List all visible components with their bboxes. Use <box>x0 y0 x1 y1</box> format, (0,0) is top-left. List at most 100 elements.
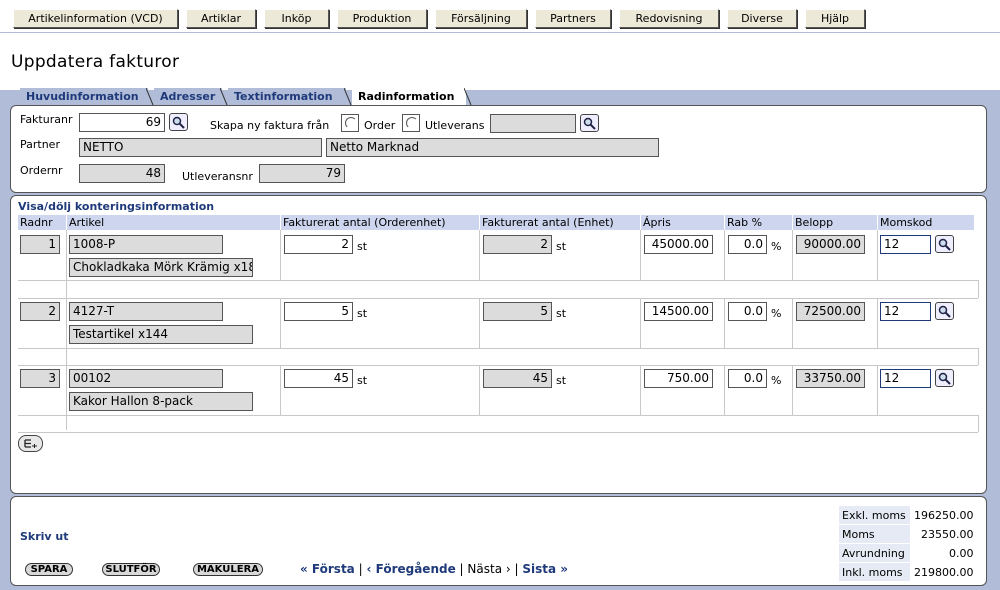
ordernr-label: Ordernr <box>20 164 63 177</box>
utleveransnr-field[interactable]: 79 <box>259 164 345 183</box>
apris-field[interactable]: 14500.00 <box>644 302 713 321</box>
rabatt-field[interactable]: 0.0 <box>728 369 767 388</box>
ordernr-field[interactable]: 48 <box>79 164 165 183</box>
momskod-field[interactable]: 12 <box>880 302 931 321</box>
utleverans-radio[interactable] <box>402 114 420 132</box>
grid-line <box>724 365 725 415</box>
momskod-search-button[interactable] <box>935 235 954 253</box>
grid-line <box>280 298 281 348</box>
percent-label: % <box>771 374 782 387</box>
artikel-field[interactable]: 4127-T <box>69 302 223 321</box>
artikel-description-field[interactable]: Kakor Hallon 8-pack <box>69 392 253 411</box>
magnifier-icon <box>583 117 596 130</box>
totals-row: Moms 23550.00 <box>839 525 977 543</box>
menu-hjalp[interactable]: Hjälp <box>805 9 865 28</box>
magnifier-icon <box>938 238 951 251</box>
artikel-field[interactable]: 1008-P <box>69 235 223 254</box>
nav-separator: | <box>459 562 464 576</box>
menu-produktion[interactable]: Produktion <box>337 9 427 28</box>
add-row-button[interactable] <box>18 435 43 452</box>
fakturanr-field[interactable]: 69 <box>79 113 165 132</box>
col-belopp: Belopp <box>793 215 877 230</box>
rabatt-field[interactable]: 0.0 <box>728 302 767 321</box>
grid-line <box>640 298 641 348</box>
menu-inkop[interactable]: Inköp <box>264 9 329 28</box>
utleverans-search-button[interactable] <box>580 114 599 132</box>
momskod-search-button[interactable] <box>935 369 954 387</box>
artikel-description-field[interactable]: Testartikel x144 <box>69 325 253 344</box>
grid-line <box>877 298 878 348</box>
utleverans-label: Utleverans <box>425 119 485 132</box>
antal-order-field[interactable]: 2 <box>284 235 353 254</box>
print-link[interactable]: Skriv ut <box>20 530 69 543</box>
belopp-field: 33750.00 <box>796 369 865 388</box>
page-title: Uppdatera fakturor <box>11 52 180 72</box>
col-rab: Rab % <box>725 215 792 230</box>
tab-radinformation[interactable]: Radinformation <box>352 88 472 105</box>
momskod-field[interactable]: 12 <box>880 235 931 254</box>
grid-line <box>479 298 480 348</box>
menu-artiklar[interactable]: Artiklar <box>186 9 256 28</box>
menu-diverse[interactable]: Diverse <box>727 9 797 28</box>
grid-line <box>66 230 67 430</box>
grid-line <box>640 365 641 415</box>
totals-label: Moms <box>839 525 910 543</box>
apris-field[interactable]: 750.00 <box>644 369 713 388</box>
magnifier-icon <box>938 305 951 318</box>
finalize-button[interactable]: SLUTFÖR <box>102 563 160 576</box>
antal-enhet-field: 2 <box>483 235 552 254</box>
last-page-link[interactable]: Sista » <box>522 562 568 576</box>
tab-label: Huvudinformation <box>26 90 139 103</box>
menu-forsaljning[interactable]: Försäljning <box>435 9 527 28</box>
main-menu-bar: Artikelinformation (VCD) Artiklar Inköp … <box>0 0 1000 32</box>
tab-textinformation[interactable]: Textinformation <box>228 88 352 105</box>
partner-code-field[interactable]: NETTO <box>79 138 322 157</box>
grid-line <box>792 298 793 348</box>
radnr-field: 1 <box>20 235 60 254</box>
momskod-search-button[interactable] <box>935 302 954 320</box>
radnr-field: 3 <box>20 369 60 388</box>
totals-value: 23550.00 <box>921 527 974 541</box>
artikel-description-field[interactable]: Chokladkaka Mörk Krämig x180 <box>69 258 253 277</box>
grid-line <box>479 230 480 280</box>
toggle-kontering-link[interactable]: Visa/dölj konteringsinformation <box>18 200 214 213</box>
totals-value: 0.00 <box>949 546 974 560</box>
apris-field[interactable]: 45000.00 <box>644 235 713 254</box>
artikel-field[interactable]: 00102 <box>69 369 223 388</box>
partner-name-field[interactable]: Netto Marknad <box>326 138 659 157</box>
tab-label: Textinformation <box>234 90 333 103</box>
void-button[interactable]: MAKULERA <box>193 563 263 576</box>
skapa-label: Skapa ny faktura från <box>210 119 330 132</box>
antal-order-field[interactable]: 45 <box>284 369 353 388</box>
grid-line <box>18 415 978 416</box>
fakturanr-search-button[interactable] <box>169 113 188 131</box>
totals-value: 196250.00 <box>914 508 974 522</box>
grid-line <box>877 230 878 280</box>
antal-order-field[interactable]: 5 <box>284 302 353 321</box>
grid-line <box>978 415 979 432</box>
previous-page-link[interactable]: ‹ Föregående <box>366 562 455 576</box>
grid-line <box>18 298 978 299</box>
save-button[interactable]: SPARA <box>25 563 73 576</box>
menu-partners[interactable]: Partners <box>535 9 611 28</box>
belopp-field: 72500.00 <box>796 302 865 321</box>
unit-label: st <box>357 240 368 253</box>
menu-redovisning[interactable]: Redovisning <box>619 9 719 28</box>
partner-label: Partner <box>20 138 60 151</box>
rabatt-field[interactable]: 0.0 <box>728 235 767 254</box>
momskod-field[interactable]: 12 <box>880 369 931 388</box>
utleverans-field[interactable] <box>490 114 576 133</box>
totals-value: 219800.00 <box>914 565 974 579</box>
add-row-icon <box>24 439 37 448</box>
grid-line <box>877 365 878 415</box>
menu-artikelinformation[interactable]: Artikelinformation (VCD) <box>13 9 178 28</box>
tab-huvudinformation[interactable]: Huvudinformation <box>20 88 154 105</box>
totals-row: Avrundning 0.00 <box>839 544 977 562</box>
first-page-link[interactable]: « Första <box>300 562 355 576</box>
order-radio[interactable] <box>341 114 359 132</box>
grid-line <box>640 230 641 280</box>
tab-adresser[interactable]: Adresser <box>154 88 228 105</box>
grid-line <box>978 280 979 298</box>
tab-label: Radinformation <box>358 90 455 103</box>
col-momskod: Momskod <box>878 215 974 230</box>
